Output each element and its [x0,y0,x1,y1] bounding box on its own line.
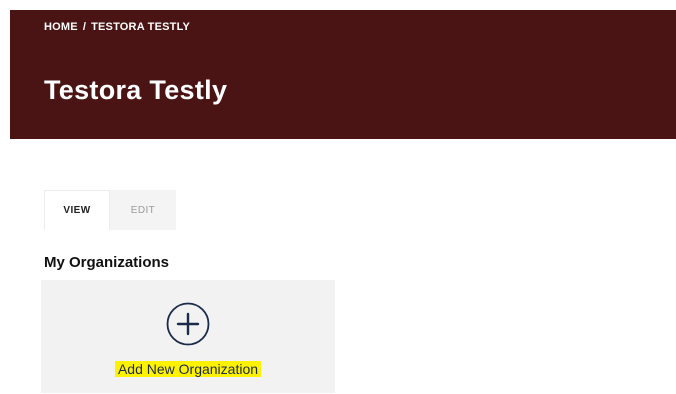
plus-circle-icon[interactable] [166,302,210,346]
tab-view[interactable]: VIEW [44,190,110,230]
add-new-organization-label-wrap: Add New Organization [41,360,335,379]
page-title: Testora Testly [44,75,228,105]
page-header-banner: HOME / TESTORA TESTLY Testora Testly [10,10,676,139]
add-new-organization-link[interactable]: Add New Organization [114,361,262,377]
breadcrumb-separator: / [82,21,87,33]
page: HOME / TESTORA TESTLY Testora Testly VIEW … [0,0,676,394]
breadcrumb-home-link[interactable]: HOME [44,21,78,33]
my-organizations-heading: My Organizations [44,254,170,271]
tab-edit[interactable]: EDIT [110,190,176,230]
breadcrumb: HOME / TESTORA TESTLY [44,21,190,33]
add-new-organization-card[interactable]: Add New Organization [41,280,335,393]
view-edit-tabs: VIEW EDIT [44,190,176,230]
breadcrumb-current: TESTORA TESTLY [91,21,191,33]
